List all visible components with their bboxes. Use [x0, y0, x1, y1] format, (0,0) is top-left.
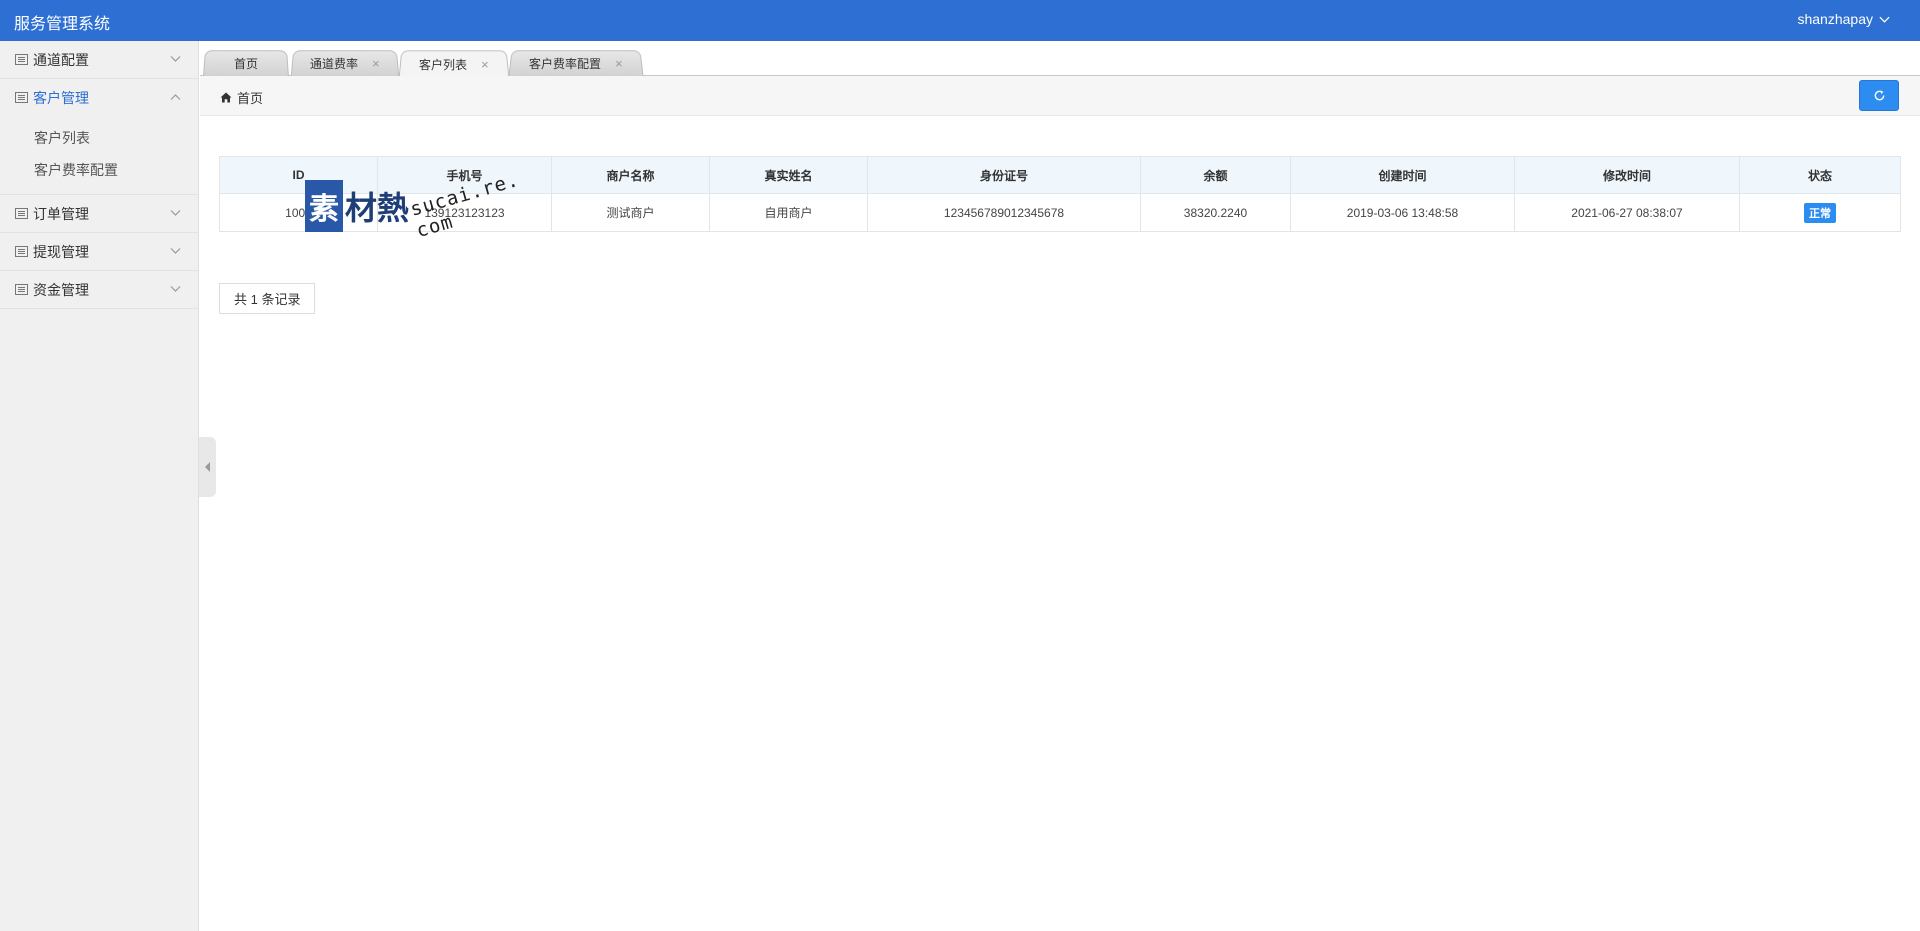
- cell-created-time: 2019-03-06 13:48:58: [1290, 193, 1515, 232]
- chevron-down-icon: [170, 210, 181, 216]
- cell-status: 正常: [1739, 193, 1901, 232]
- cell-id: 1001: [219, 193, 378, 232]
- tab-bar: 首页 通道费率 × 客户列表 × 客户费率配置 ×: [200, 41, 1920, 78]
- menu-channel-config[interactable]: 通道配置: [0, 41, 198, 78]
- cell-balance: 38320.2240: [1140, 193, 1291, 232]
- tab-label: 客户列表: [419, 57, 468, 72]
- menu-label: 订单管理: [33, 205, 89, 222]
- column-header[interactable]: 真实姓名: [709, 156, 868, 194]
- customer-table: ID 手机号 商户名称 真实姓名 身份证号 余额 创建时间 修改时间 状态 10…: [219, 156, 1901, 232]
- username: shanzhapay: [1797, 11, 1873, 27]
- menu-group-channel: 通道配置: [0, 41, 198, 79]
- column-header[interactable]: 创建时间: [1290, 156, 1515, 194]
- close-icon[interactable]: ×: [481, 57, 489, 72]
- top-header: 服务管理系统 shanzhapay: [0, 0, 1920, 41]
- column-header[interactable]: 身份证号: [867, 156, 1141, 194]
- main-content: 首页 通道费率 × 客户列表 × 客户费率配置 × 首页 ID 手机号 商户名称…: [200, 41, 1920, 931]
- home-icon: [220, 92, 232, 103]
- column-header[interactable]: 修改时间: [1514, 156, 1740, 194]
- menu-group-withdraw: 提现管理: [0, 233, 198, 271]
- menu-label: 提现管理: [33, 243, 89, 260]
- refresh-button[interactable]: [1859, 80, 1899, 111]
- tab-label: 客户费率配置: [529, 57, 602, 71]
- user-menu[interactable]: shanzhapay: [1797, 11, 1890, 27]
- breadcrumb-bar: 首页: [200, 76, 1920, 116]
- column-header[interactable]: 商户名称: [551, 156, 710, 194]
- menu-customer-management[interactable]: 客户管理: [0, 79, 198, 116]
- cell-merchant-name: 测试商户: [551, 193, 710, 232]
- app-title: 服务管理系统: [14, 16, 111, 33]
- chevron-down-icon: [170, 248, 181, 254]
- list-icon: [15, 208, 28, 219]
- menu-withdraw-management[interactable]: 提现管理: [0, 233, 198, 270]
- menu-group-order: 订单管理: [0, 195, 198, 233]
- menu-order-management[interactable]: 订单管理: [0, 195, 198, 232]
- cell-phone: 139123123123: [377, 193, 552, 232]
- menu-label: 客户管理: [33, 89, 89, 106]
- submenu-customer-list[interactable]: 客户列表: [0, 122, 198, 154]
- submenu-customer-rate-config[interactable]: 客户费率配置: [0, 154, 198, 186]
- tab-home[interactable]: 首页: [203, 50, 289, 77]
- submenu-customer: 客户列表 客户费率配置: [0, 116, 198, 194]
- cell-modified-time: 2021-06-27 08:38:07: [1514, 193, 1740, 232]
- cell-real-name: 自用商户: [709, 193, 868, 232]
- chevron-up-icon: [170, 94, 181, 100]
- chevron-down-icon: [170, 286, 181, 292]
- column-header[interactable]: 状态: [1739, 156, 1901, 194]
- close-icon[interactable]: ×: [615, 56, 623, 71]
- refresh-icon: [1874, 90, 1884, 101]
- list-icon: [15, 284, 28, 295]
- column-header[interactable]: ID: [219, 156, 378, 194]
- breadcrumb-home: 首页: [237, 91, 264, 106]
- menu-group-funds: 资金管理: [0, 271, 198, 309]
- tab-channel-rate[interactable]: 通道费率 ×: [290, 50, 400, 77]
- status-badge: 正常: [1804, 202, 1836, 223]
- menu-group-customer: 客户管理 客户列表 客户费率配置: [0, 79, 198, 195]
- close-icon[interactable]: ×: [372, 56, 380, 71]
- list-icon: [15, 92, 28, 103]
- column-header[interactable]: 手机号: [377, 156, 552, 194]
- table-header-row: ID 手机号 商户名称 真实姓名 身份证号 余额 创建时间 修改时间 状态: [219, 156, 1901, 194]
- tab-customer-rate-config[interactable]: 客户费率配置 ×: [508, 50, 644, 77]
- table-row[interactable]: 1001 139123123123 测试商户 自用商户 123456789012…: [219, 193, 1901, 232]
- list-icon: [15, 246, 28, 257]
- menu-label: 通道配置: [33, 51, 89, 68]
- list-icon: [15, 54, 28, 65]
- sidebar: 通道配置 客户管理 客户列表 客户费率配置 订单管理 提现管理 资金管理: [0, 41, 199, 931]
- tab-customer-list[interactable]: 客户列表 ×: [398, 50, 510, 78]
- chevron-down-icon: [1879, 16, 1890, 23]
- breadcrumb[interactable]: 首页: [220, 88, 263, 107]
- menu-label: 资金管理: [33, 281, 89, 298]
- menu-funds-management[interactable]: 资金管理: [0, 271, 198, 308]
- column-header[interactable]: 余额: [1140, 156, 1291, 194]
- chevron-down-icon: [170, 56, 181, 62]
- cell-id-number: 123456789012345678: [867, 193, 1141, 232]
- tab-label: 首页: [233, 57, 259, 71]
- tab-label: 通道费率: [310, 57, 359, 71]
- customer-table-wrapper: ID 手机号 商户名称 真实姓名 身份证号 余额 创建时间 修改时间 状态 10…: [219, 156, 1901, 232]
- pagination-summary: 共 1 条记录: [219, 283, 316, 314]
